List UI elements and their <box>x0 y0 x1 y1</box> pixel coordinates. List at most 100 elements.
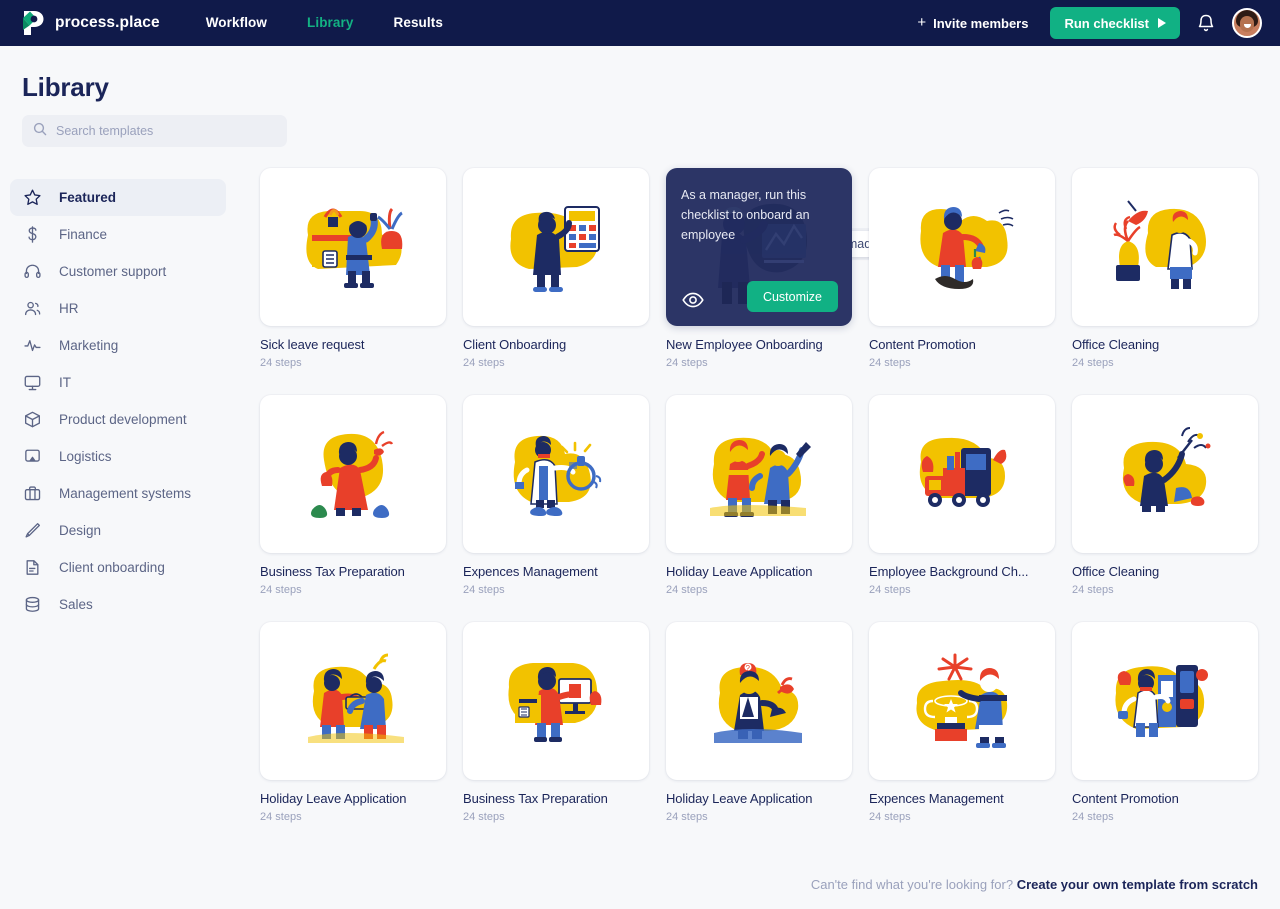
sidebar-label-sales: Sales <box>59 597 93 612</box>
illustration-office-cleaning <box>1113 200 1206 289</box>
template-thumbnail <box>260 622 446 780</box>
template-card[interactable]: Holiday Leave Application 24 steps <box>260 622 446 823</box>
template-card[interactable]: Holiday Leave Application 24 steps <box>666 395 852 596</box>
sidebar-label-client-onboarding: Client onboarding <box>59 560 165 575</box>
template-title: Client Onboarding <box>463 337 567 352</box>
template-steps: 24 steps <box>869 811 911 823</box>
template-steps: 24 steps <box>463 811 505 823</box>
notifications-bell-icon[interactable] <box>1196 13 1216 34</box>
template-card[interactable]: Expences Management 24 steps <box>869 622 1055 823</box>
template-title: Holiday Leave Application <box>666 564 813 579</box>
customize-button[interactable]: Customize <box>746 281 838 312</box>
hover-description: As a manager, run this checklist to onbo… <box>681 188 810 242</box>
sidebar-item-hr[interactable]: HR <box>10 290 226 327</box>
preview-eye-icon[interactable] <box>682 292 704 308</box>
illustration-business-tax <box>311 430 394 518</box>
template-card[interactable]: Expences Management 24 steps <box>463 395 649 596</box>
illustration-content-promotion <box>920 207 1014 289</box>
template-thumbnail <box>1072 622 1258 780</box>
sidebar-item-client-onboarding[interactable]: Client onboarding <box>10 549 226 586</box>
illustration-office-cleaning-2 <box>1122 427 1211 512</box>
sidebar-label-product-development: Product development <box>59 412 187 427</box>
nav-link-results[interactable]: Results <box>393 0 442 46</box>
nav-link-library[interactable]: Library <box>307 0 353 46</box>
illustration-content-promotion-2 <box>1115 665 1208 737</box>
template-thumbnail <box>463 622 649 780</box>
template-steps: 24 steps <box>463 584 505 596</box>
template-card[interactable]: Sick leave request 24 steps <box>260 168 446 369</box>
template-thumbnail <box>260 395 446 553</box>
template-card[interactable]: Office Cleaning 24 steps <box>1072 395 1258 596</box>
sidebar-label-management-systems: Management systems <box>59 486 192 501</box>
template-title: Business Tax Preparation <box>463 791 608 806</box>
sidebar-label-featured: Featured <box>59 190 117 205</box>
template-steps: 24 steps <box>666 584 708 596</box>
template-title: Holiday Leave Application <box>260 791 407 806</box>
search-icon <box>33 122 47 141</box>
illustration-holiday-leave-2 <box>308 653 404 743</box>
illustration-business-tax-2 <box>508 663 602 742</box>
template-card[interactable]: Business Tax Preparation 24 steps <box>463 622 649 823</box>
pulse-icon <box>22 335 43 356</box>
sidebar-item-sales[interactable]: Sales <box>10 586 226 623</box>
cube-icon <box>22 409 43 430</box>
template-steps: 24 steps <box>1072 811 1114 823</box>
sidebar-item-featured[interactable]: Featured <box>10 179 226 216</box>
template-thumbnail <box>463 168 649 326</box>
sidebar-item-design[interactable]: Design <box>10 512 226 549</box>
template-title: Content Promotion <box>1072 791 1179 806</box>
controls-row: Checklist templates Premade templates Do… <box>0 103 1280 260</box>
nav-right-cluster: + Invite members Run checklist <box>917 7 1262 39</box>
sidebar-label-marketing: Marketing <box>59 338 119 353</box>
template-steps: 24 steps <box>869 357 911 369</box>
sidebar-item-finance[interactable]: Finance <box>10 216 226 253</box>
sidebar-item-it[interactable]: IT <box>10 364 226 401</box>
illustration-client-onboarding <box>510 206 600 292</box>
template-title: Office Cleaning <box>1072 337 1160 352</box>
sidebar-label-customer-support: Customer support <box>59 264 167 279</box>
sidebar-item-product-development[interactable]: Product development <box>10 401 226 438</box>
template-card[interactable]: Client Onboarding 24 steps <box>463 168 649 369</box>
template-card[interactable]: Business Tax Preparation 24 steps <box>260 395 446 596</box>
template-steps: 24 steps <box>666 811 708 823</box>
template-card[interactable]: Employee Background Ch... 24 steps <box>869 395 1055 596</box>
template-steps: 24 steps <box>260 357 302 369</box>
template-steps: 24 steps <box>463 357 505 369</box>
search-box[interactable] <box>22 115 287 147</box>
template-steps: 24 steps <box>869 584 911 596</box>
search-input[interactable] <box>56 124 276 138</box>
people-icon <box>22 298 43 319</box>
template-thumbnail <box>1072 395 1258 553</box>
sidebar-item-management-systems[interactable]: Management systems <box>10 475 226 512</box>
template-thumbnail <box>260 168 446 326</box>
template-card[interactable]: ? Holiday Leave Application 24 steps <box>666 622 852 823</box>
illustration-expences-management <box>513 435 602 516</box>
nav-link-workflow[interactable]: Workflow <box>206 0 267 46</box>
sidebar-item-marketing[interactable]: Marketing <box>10 327 226 364</box>
template-card[interactable]: Office Cleaning 24 steps <box>1072 168 1258 369</box>
create-template-link[interactable]: Create your own template from scratch <box>1017 877 1258 892</box>
user-avatar[interactable] <box>1232 8 1262 38</box>
template-card[interactable]: Content Promotion 24 steps <box>1072 622 1258 823</box>
main-nav: Workflow Library Results <box>206 0 443 46</box>
run-checklist-button[interactable]: Run checklist <box>1050 7 1180 39</box>
plus-icon: + <box>917 13 927 31</box>
invite-members-button[interactable]: + Invite members <box>917 13 1028 31</box>
page-body: Featured Finance Customer support HR Mar… <box>0 161 1280 823</box>
template-thumbnail <box>666 395 852 553</box>
template-thumbnail <box>463 395 649 553</box>
template-thumbnail-hovered: As a manager, run this checklist to onbo… <box>666 168 852 326</box>
template-title: Employee Background Ch... <box>869 564 1029 579</box>
brand-logo[interactable]: process.place <box>20 9 160 37</box>
illustration-holiday-leave-3: ? <box>714 663 802 743</box>
document-icon <box>22 557 43 578</box>
template-card[interactable]: Content Promotion 24 steps <box>869 168 1055 369</box>
footer-cta: Can'te find what you're looking for? Cre… <box>811 877 1258 892</box>
template-steps: 24 steps <box>1072 357 1114 369</box>
sidebar-item-logistics[interactable]: Logistics <box>10 438 226 475</box>
briefcase-icon <box>22 483 43 504</box>
template-steps: 24 steps <box>1072 584 1114 596</box>
template-card-selected[interactable]: As a manager, run this checklist to onbo… <box>666 168 852 369</box>
sidebar-item-customer-support[interactable]: Customer support <box>10 253 226 290</box>
template-title: Sick leave request <box>260 337 365 352</box>
